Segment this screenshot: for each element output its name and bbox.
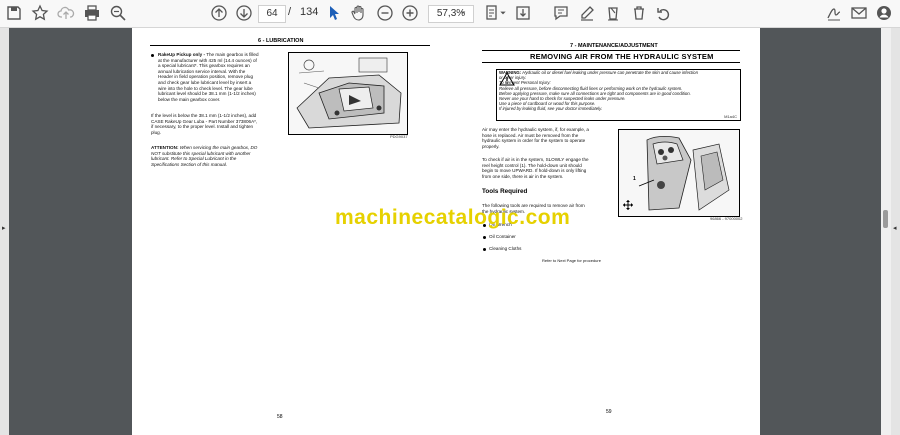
air-line: properly.: [482, 143, 500, 149]
upload-icon[interactable]: [56, 4, 76, 22]
check-line: reel height control (1). The hold-down u…: [482, 162, 582, 168]
attention-line: NOT substitute this special lubricant wi…: [151, 150, 251, 156]
tools-heading: Tools Required: [482, 188, 528, 195]
level-paragraph: If the level is below the 38.1 mm (1-1/2…: [151, 113, 276, 135]
rakeup-lead: RakeUp Pickup only -: [158, 52, 205, 57]
undo-icon[interactable]: [654, 4, 674, 22]
rakeup-line: a special lubricant*. This gearbox requi…: [158, 63, 250, 69]
rakeup-line: lubricant level should be 38.1 mm (1-1/2…: [158, 91, 256, 97]
select-cursor-icon[interactable]: [324, 4, 344, 22]
expand-right-icon[interactable]: ◂: [893, 224, 897, 232]
figure-callout-1: 1: [633, 176, 636, 182]
air-line: hose is replaced. Air must be removed fr…: [482, 132, 579, 138]
rakeup-line: below the main gearbox cover.: [158, 96, 221, 102]
download-icon[interactable]: [513, 4, 533, 22]
delete-icon[interactable]: [629, 4, 649, 22]
figure-caption: 96866 - 97000002: [710, 216, 743, 221]
page-number-input[interactable]: 64: [258, 5, 286, 23]
attention-lead: ATTENTION:: [151, 145, 179, 150]
chevron-down-icon[interactable]: [497, 4, 509, 22]
level-line: plug.: [151, 129, 161, 135]
check-paragraph: To check if air is in the system, SLOWLY…: [482, 157, 610, 179]
rakeup-line: annual lubrication service interval. Wit…: [158, 68, 246, 74]
warning-code: M1a4C: [724, 114, 737, 119]
header-rule: [150, 45, 430, 46]
rakeup-paragraph: RakeUp Pickup only - The main gearbox is…: [158, 52, 274, 102]
vertical-scrollbar[interactable]: [881, 28, 891, 435]
bullet: [151, 54, 154, 57]
level-line: CASE RakeUp Gear Luba - Part Number 3738…: [151, 118, 258, 124]
gearbox-figure: [288, 52, 408, 135]
page-number: 59: [606, 409, 612, 415]
bullet: [483, 236, 486, 239]
warning-text: WARNING: Hydraulic oil or diesel fuel le…: [499, 70, 737, 112]
section-header: 6 - LUBRICATION: [258, 38, 304, 44]
rakeup-line: at the manufacturer with 425 ml (14.4 ou…: [158, 57, 257, 63]
attention-line: When servicing the main gearbox, DO: [179, 145, 258, 150]
direction-arrows-icon: [622, 198, 634, 210]
warning-line: If injured by leaking fluid, see your do…: [499, 106, 603, 112]
scrollbar-thumb[interactable]: [883, 210, 888, 228]
pdf-toolbar: 64 / 134 57,3%: [0, 0, 900, 28]
next-page-note: Refer to Next Page for procedure: [542, 258, 601, 263]
rakeup-line: Header in field operation position, remo…: [158, 74, 253, 80]
attention-line: lubricant. Refer to Special Lubricant in…: [151, 156, 237, 162]
erase-icon[interactable]: [603, 4, 623, 22]
rakeup-line: The main gearbox is filled: [206, 52, 259, 57]
chevron-down-icon[interactable]: [456, 4, 470, 22]
level-line: If the level is below the 38.1 mm (1-1/2…: [151, 113, 257, 118]
page-total: 134: [300, 6, 319, 18]
watermark: machinecatalogic.com: [335, 206, 571, 229]
section-header: 7 - MAINTENANCE/ADJUSTMENT: [570, 43, 658, 49]
account-icon[interactable]: [874, 4, 894, 22]
attention-paragraph: ATTENTION: When servicing the main gearb…: [151, 145, 276, 167]
zoom-search-icon[interactable]: [108, 4, 128, 22]
pdf-page-left: 6 - LUBRICATION RakeUp Pickup only - The…: [132, 28, 446, 435]
control-figure: [618, 129, 740, 217]
check-line: To check if air is in the system, SLOWLY…: [482, 157, 589, 162]
zoom-out-icon[interactable]: [375, 4, 395, 22]
bullet: [483, 248, 486, 251]
header-rule: [482, 50, 740, 51]
page-title: REMOVING AIR FROM THE HYDRAULIC SYSTEM: [530, 52, 714, 61]
page-down-icon[interactable]: [234, 4, 254, 22]
attention-line: Specifications Section of this manual.: [151, 161, 228, 167]
rakeup-line: and check gear lube lubricant level by i…: [158, 79, 252, 85]
level-line: if necessary, to the proper level. Insta…: [151, 124, 254, 130]
zoom-in-icon[interactable]: [400, 4, 420, 22]
save-icon[interactable]: [4, 4, 24, 22]
hand-pan-icon[interactable]: [349, 4, 369, 22]
air-line: hydraulic system in order for the system…: [482, 138, 586, 144]
print-icon[interactable]: [82, 4, 102, 22]
mail-icon[interactable]: [849, 4, 869, 22]
comment-icon[interactable]: [551, 4, 571, 22]
sign-icon[interactable]: [824, 4, 844, 22]
pdf-page-right: 7 - MAINTENANCE/ADJUSTMENT REMOVING AIR …: [446, 28, 760, 435]
warning-box: WARNING: Hydraulic oil or diesel fuel le…: [496, 69, 741, 121]
gearbox-illustration: [289, 53, 407, 134]
expand-left-icon[interactable]: ▸: [2, 224, 6, 232]
air-line: Air may enter the hydraulic system, if, …: [482, 127, 589, 132]
control-illustration: [619, 130, 739, 216]
tool-item: Cleaning Cloths: [489, 246, 522, 251]
pen-icon[interactable]: [577, 4, 597, 22]
tool-item: Oil Container: [489, 234, 516, 239]
check-line: begin to move UPWARD. If hold-down is on…: [482, 168, 587, 174]
warning-line: Hydraulic oil or diesel fuel leaking und…: [522, 70, 698, 75]
bookmark-star-icon[interactable]: [30, 4, 50, 22]
air-paragraph: Air may enter the hydraulic system, if, …: [482, 127, 610, 149]
page-separator: /: [288, 6, 292, 18]
figure-caption: PDG9037: [390, 134, 408, 139]
page-number: 58: [277, 414, 283, 420]
check-line: from one side, there is air in the syste…: [482, 173, 564, 179]
page-up-icon[interactable]: [209, 4, 229, 22]
rakeup-line: wire into the hole to check level. The g…: [158, 85, 253, 91]
title-rule: [482, 62, 740, 63]
